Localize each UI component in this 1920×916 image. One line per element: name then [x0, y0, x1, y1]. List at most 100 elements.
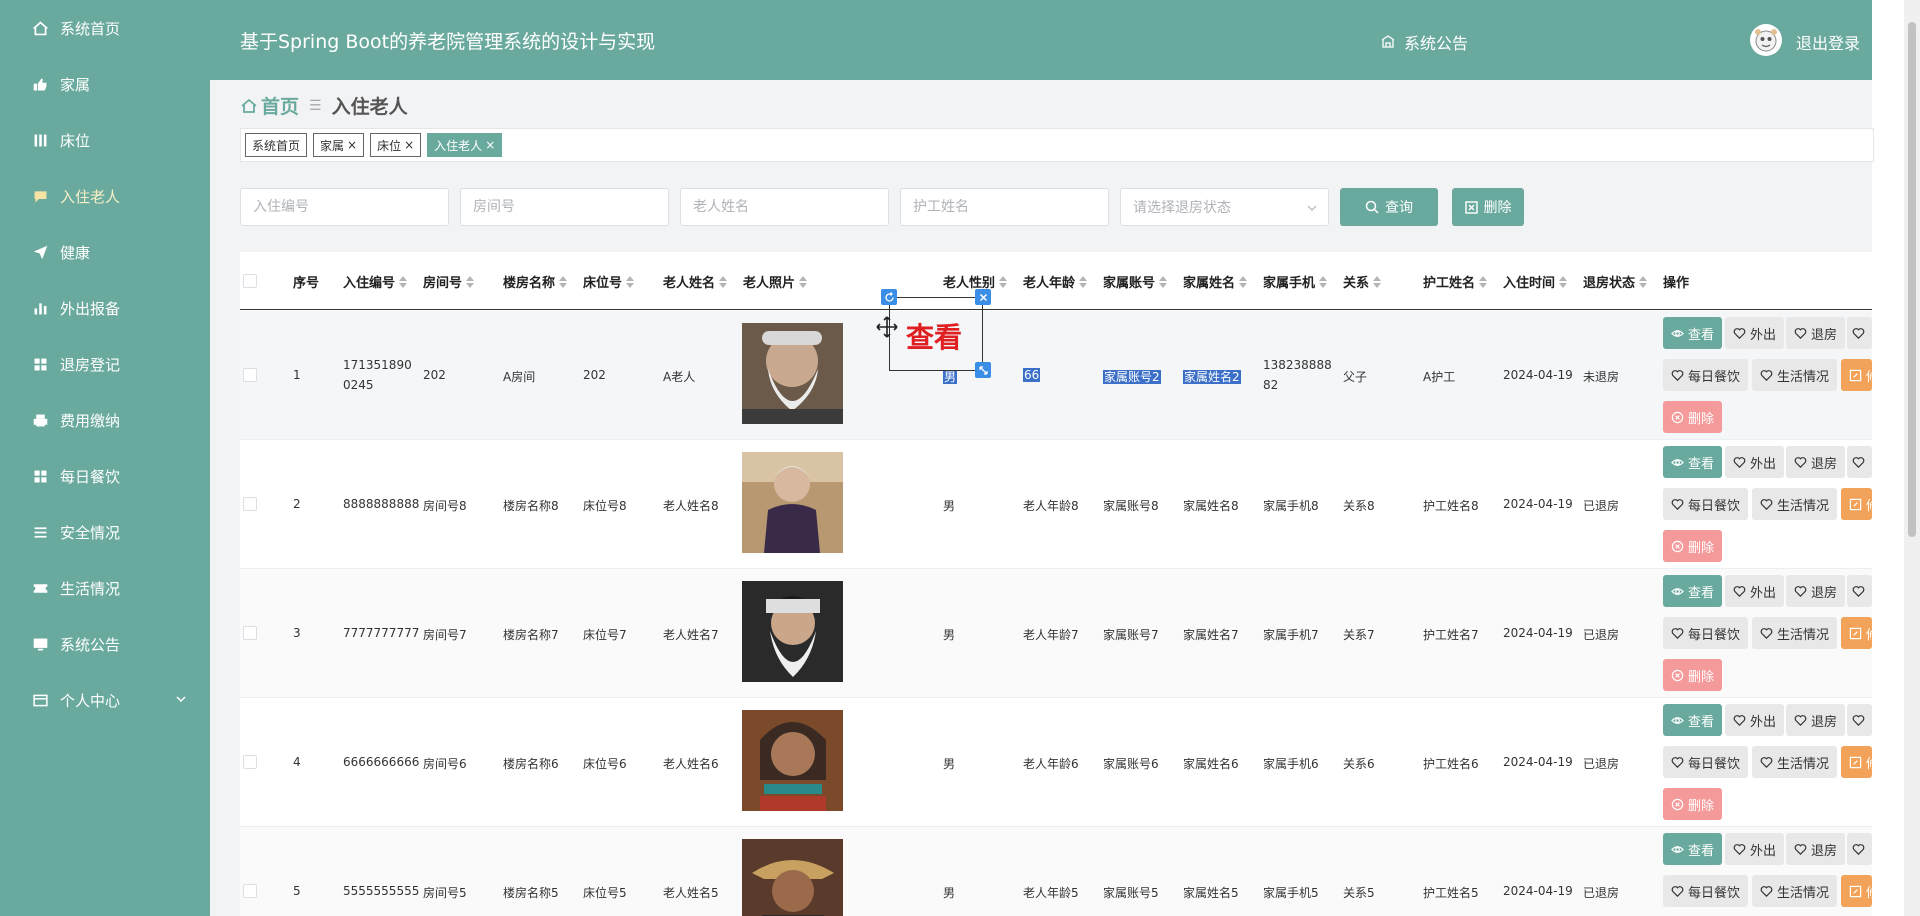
header-room[interactable]: 房间号 [423, 272, 475, 291]
more-button-partial[interactable] [1847, 446, 1872, 478]
header-family-phone[interactable]: 家属手机 [1263, 272, 1328, 291]
header-family-account[interactable]: 家属账号 [1103, 272, 1168, 291]
breadcrumb-home[interactable]: 首页 [240, 92, 299, 119]
sort-icon[interactable] [1639, 275, 1648, 288]
sidebar-item-notice[interactable]: 系统公告 [0, 616, 120, 672]
batch-delete-button[interactable]: 删除 [1452, 188, 1524, 226]
checkout-button[interactable]: 退房 [1786, 317, 1846, 349]
sidebar-item-family[interactable]: 家属 [0, 56, 90, 112]
meal-button[interactable]: 每日餐饮 [1663, 746, 1749, 778]
header-building[interactable]: 楼房名称 [503, 272, 568, 291]
sidebar-item-residents[interactable]: 入住老人 [0, 168, 120, 224]
avatar[interactable] [1750, 24, 1782, 56]
delete-button[interactable]: 删除 [1663, 530, 1723, 562]
sort-icon[interactable] [719, 275, 728, 288]
outing-button[interactable]: 外出 [1725, 575, 1785, 607]
sort-icon[interactable] [1159, 275, 1168, 288]
header-family-name[interactable]: 家属姓名 [1183, 272, 1248, 291]
resize-handle-icon[interactable] [975, 362, 991, 378]
outing-button[interactable]: 外出 [1725, 704, 1785, 736]
delete-button[interactable]: 删除 [1663, 659, 1723, 691]
life-button[interactable]: 生活情况 [1752, 746, 1838, 778]
header-age[interactable]: 老人年龄 [1023, 272, 1088, 291]
elder-name-input[interactable] [680, 188, 889, 226]
checkout-status-select[interactable]: 请选择退房状态 [1120, 188, 1329, 226]
sort-icon[interactable] [466, 275, 475, 288]
delete-button[interactable]: 删除 [1663, 401, 1723, 433]
sort-icon[interactable] [999, 275, 1008, 288]
delete-button[interactable]: 删除 [1663, 788, 1723, 820]
sidebar-item-profile[interactable]: 个人中心 [0, 672, 210, 728]
edit-button[interactable]: 修 [1841, 488, 1872, 520]
row-checkbox[interactable] [243, 368, 257, 382]
rotate-handle-icon[interactable] [881, 289, 897, 305]
checkout-button[interactable]: 退房 [1786, 575, 1846, 607]
row-checkbox[interactable] [243, 626, 257, 640]
header-nurse[interactable]: 护工姓名 [1423, 272, 1488, 291]
view-button[interactable]: 查看 [1663, 446, 1723, 478]
view-button[interactable]: 查看 [1663, 317, 1723, 349]
tag-home[interactable]: 系统首页 [245, 133, 308, 157]
logout-button[interactable]: 退出登录 [1796, 30, 1860, 54]
sidebar-item-meals[interactable]: 每日餐饮 [0, 448, 120, 504]
tag-bed[interactable]: 床位 × [370, 133, 422, 157]
header-code[interactable]: 入住编号 [343, 272, 408, 291]
sort-icon[interactable] [1479, 275, 1488, 288]
scrollbar-thumb[interactable] [1908, 22, 1916, 537]
life-button[interactable]: 生活情况 [1752, 617, 1838, 649]
outing-button[interactable]: 外出 [1725, 446, 1785, 478]
more-button-partial[interactable] [1847, 704, 1872, 736]
row-checkbox[interactable] [243, 755, 257, 769]
more-button-partial[interactable] [1847, 575, 1872, 607]
tag-residents[interactable]: 入住老人 × [427, 133, 503, 157]
row-checkbox[interactable] [243, 497, 257, 511]
room-number-input[interactable] [460, 188, 669, 226]
edit-button[interactable]: 修 [1841, 617, 1872, 649]
view-button[interactable]: 查看 [1663, 833, 1723, 865]
sort-icon[interactable] [559, 275, 568, 288]
sort-icon[interactable] [399, 275, 408, 288]
sidebar-item-home[interactable]: 系统首页 [0, 0, 120, 56]
sidebar-item-fees[interactable]: 费用缴纳 [0, 392, 120, 448]
close-icon[interactable]: × [404, 138, 414, 152]
window-scrollbar[interactable] [1904, 0, 1920, 916]
header-date[interactable]: 入住时间 [1503, 272, 1568, 291]
sort-icon[interactable] [1373, 275, 1382, 288]
edit-button[interactable]: 修 [1841, 875, 1872, 907]
sidebar-item-checkout[interactable]: 退房登记 [0, 336, 120, 392]
edit-button[interactable]: 修 [1841, 746, 1872, 778]
life-button[interactable]: 生活情况 [1752, 488, 1838, 520]
life-button[interactable]: 生活情况 [1752, 875, 1838, 907]
sort-icon[interactable] [799, 275, 808, 288]
checkin-code-input[interactable] [240, 188, 449, 226]
outing-button[interactable]: 外出 [1725, 833, 1785, 865]
life-button[interactable]: 生活情况 [1752, 359, 1838, 391]
nurse-name-input[interactable] [900, 188, 1109, 226]
header-gender[interactable]: 老人性别 [943, 272, 1008, 291]
header-elder-name[interactable]: 老人姓名 [663, 272, 728, 291]
header-photo[interactable]: 老人照片 [743, 272, 808, 291]
sidebar-item-safety[interactable]: 安全情况 [0, 504, 120, 560]
sort-icon[interactable] [1239, 275, 1248, 288]
sort-icon[interactable] [1319, 275, 1328, 288]
more-button-partial[interactable] [1847, 317, 1872, 349]
meal-button[interactable]: 每日餐饮 [1663, 617, 1749, 649]
header-status[interactable]: 退房状态 [1583, 272, 1648, 291]
close-icon[interactable]: × [347, 138, 357, 152]
header-bed[interactable]: 床位号 [583, 272, 635, 291]
header-relation[interactable]: 关系 [1343, 272, 1382, 291]
move-icon[interactable] [876, 316, 898, 338]
select-all-checkbox[interactable] [243, 274, 257, 288]
tag-family[interactable]: 家属 × [313, 133, 365, 157]
checkout-button[interactable]: 退房 [1786, 704, 1846, 736]
outing-button[interactable]: 外出 [1725, 317, 1785, 349]
meal-button[interactable]: 每日餐饮 [1663, 359, 1749, 391]
notice-link[interactable]: 系统公告 [1380, 30, 1468, 54]
view-button[interactable]: 查看 [1663, 575, 1723, 607]
sidebar-item-life[interactable]: 生活情况 [0, 560, 120, 616]
sort-icon[interactable] [626, 275, 635, 288]
edit-button[interactable]: 修 [1841, 359, 1872, 391]
more-button-partial[interactable] [1847, 833, 1872, 865]
sidebar-item-outing[interactable]: 外出报备 [0, 280, 120, 336]
sidebar-item-health[interactable]: 健康 [0, 224, 90, 280]
